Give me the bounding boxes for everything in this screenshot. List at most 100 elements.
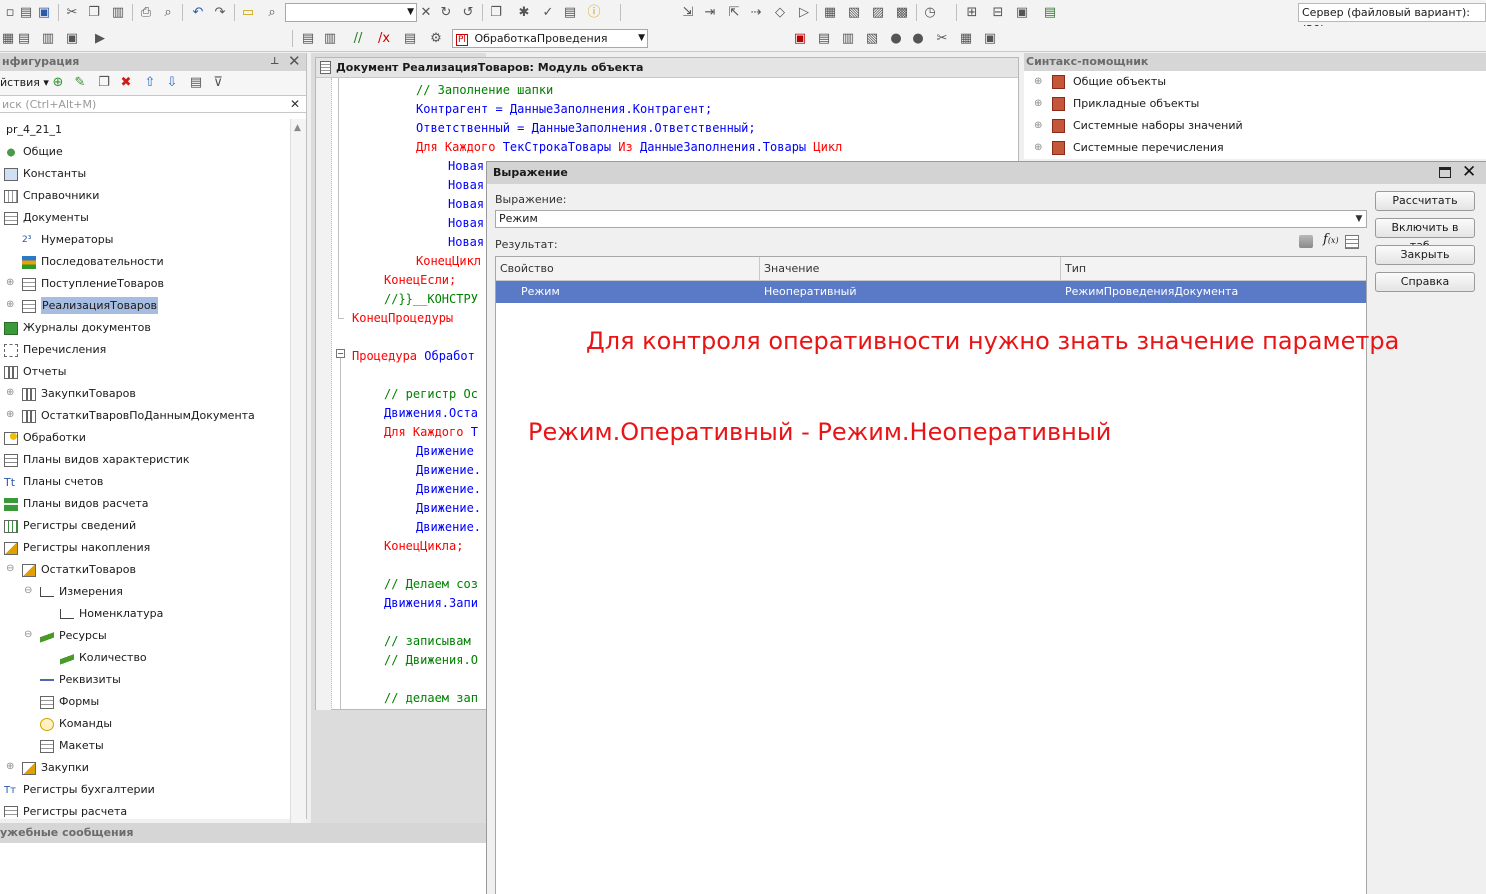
doc-2-icon[interactable]: ▥ bbox=[322, 31, 338, 47]
filter-icon[interactable]: ⊽ bbox=[210, 75, 226, 91]
tree-item-dataprocessors[interactable]: Обработки bbox=[4, 427, 86, 449]
collapse-icon[interactable]: ⊖ bbox=[24, 629, 32, 640]
delete-icon[interactable]: ✖ bbox=[118, 75, 134, 91]
help-button[interactable]: Справка bbox=[1375, 272, 1475, 292]
tree-item-resources[interactable]: Ресурсы bbox=[40, 625, 107, 647]
column-header-type[interactable]: Тип bbox=[1061, 257, 1366, 281]
tree-item-accounts[interactable]: Tt Планы счетов bbox=[4, 471, 103, 493]
print-icon[interactable]: ⎙ bbox=[138, 5, 154, 21]
clear-search-icon[interactable]: ✕ bbox=[418, 5, 434, 21]
table-icon[interactable]: ▥ bbox=[40, 31, 56, 47]
tree-item-templates[interactable]: Макеты bbox=[40, 735, 104, 757]
expression-input[interactable]: Режим ▼ bbox=[495, 210, 1367, 228]
tool-3-icon[interactable]: ▨ bbox=[870, 5, 886, 21]
tree-item-sequences[interactable]: Последовательности bbox=[22, 251, 164, 273]
tree-item-forms[interactable]: Формы bbox=[40, 691, 99, 713]
find-icon[interactable]: ▭ bbox=[240, 5, 256, 21]
paste-icon[interactable]: ▥ bbox=[110, 5, 126, 21]
new-file-icon[interactable]: ▫ bbox=[2, 5, 18, 21]
tree-item-pvh[interactable]: Планы видов характеристик bbox=[4, 449, 190, 471]
add-icon[interactable]: ⊕ bbox=[50, 75, 66, 91]
tree-scrollbar[interactable]: ▲ ▼ bbox=[290, 119, 306, 869]
procedures-icon[interactable]: ⚙ bbox=[428, 31, 444, 47]
search-combo[interactable]: ▼ bbox=[285, 3, 417, 22]
copy-result-icon[interactable] bbox=[1299, 235, 1313, 248]
function-icon[interactable]: f(x) bbox=[1323, 232, 1339, 247]
clear-search-icon[interactable]: ✕ bbox=[290, 96, 300, 113]
tool-7-icon[interactable]: ▣ bbox=[1014, 5, 1030, 21]
breakpoint-icon[interactable]: ◇ bbox=[772, 5, 788, 21]
calculate-button[interactable]: Рассчитать bbox=[1375, 191, 1475, 211]
tool-5-icon[interactable]: ⊞ bbox=[964, 5, 980, 21]
tree-item-nomenclature[interactable]: Номенклатура bbox=[60, 603, 163, 625]
run-menu-icon[interactable]: ▶ bbox=[92, 31, 108, 47]
tree-item-calculation-registers[interactable]: Регистры расчета bbox=[4, 801, 127, 817]
step-over-icon[interactable]: ⇥ bbox=[702, 5, 718, 21]
tree-item-dimensions[interactable]: Измерения bbox=[40, 581, 123, 603]
panel-icon[interactable]: ▦ bbox=[0, 31, 16, 47]
pin-icon[interactable]: ⊥ bbox=[270, 53, 279, 71]
tree-item-journals[interactable]: Журналы документов bbox=[4, 317, 151, 339]
cut-icon[interactable]: ✂ bbox=[64, 5, 80, 21]
tree-item-stock-register[interactable]: ОстаткиТоваров bbox=[22, 559, 136, 581]
bookmark-next-icon[interactable]: ▤ bbox=[816, 31, 832, 47]
redo-icon[interactable]: ↷ bbox=[212, 5, 228, 21]
maximize-icon[interactable] bbox=[1439, 167, 1451, 178]
tree-item-common[interactable]: Общие bbox=[4, 141, 63, 163]
tree-item-documents[interactable]: Документы bbox=[4, 207, 89, 229]
debug-icon[interactable]: ✱ bbox=[516, 5, 532, 21]
tree-item-constants[interactable]: Константы bbox=[4, 163, 86, 185]
tree-item-info-registers[interactable]: Регистры сведений bbox=[4, 515, 136, 537]
tool-2-icon[interactable]: ▧ bbox=[846, 5, 862, 21]
expand-icon[interactable]: ⊕ bbox=[6, 387, 14, 398]
syntax-check-icon[interactable]: ✓ bbox=[540, 5, 556, 21]
clock-icon[interactable]: ◷ bbox=[922, 5, 938, 21]
print-preview-icon[interactable]: ⌕ bbox=[160, 5, 176, 21]
bookmark-clear-icon[interactable]: ▧ bbox=[864, 31, 880, 47]
save-icon[interactable]: ▣ bbox=[36, 5, 52, 21]
tool-9-icon[interactable]: ● bbox=[888, 31, 904, 47]
close-icon[interactable]: ✕ bbox=[1462, 161, 1476, 183]
tool-6-icon[interactable]: ⊟ bbox=[990, 5, 1006, 21]
fold-icon[interactable]: − bbox=[336, 349, 345, 358]
tool-13-icon[interactable]: ▣ bbox=[982, 31, 998, 47]
run-to-cursor-icon[interactable]: ⇢ bbox=[748, 5, 764, 21]
tree-item-stock-report[interactable]: ОстаткиТваровПоДаннымДокумента bbox=[22, 405, 255, 427]
search-icon[interactable]: ⌕ bbox=[264, 5, 280, 21]
move-up-icon[interactable]: ⇧ bbox=[142, 75, 158, 91]
info-icon[interactable]: ⓘ bbox=[586, 5, 602, 21]
collapse-icon[interactable]: ⊖ bbox=[6, 563, 14, 574]
tree-root[interactable]: pr_4_21_1 bbox=[6, 119, 62, 141]
window-icon[interactable]: ❐ bbox=[488, 5, 504, 21]
tree-item-purchases-report[interactable]: ЗакупкиТоваров bbox=[22, 383, 136, 405]
layout-icon[interactable]: ▣ bbox=[64, 31, 80, 47]
expand-icon[interactable]: ⊕ bbox=[1034, 137, 1042, 159]
expand-icon[interactable]: ⊕ bbox=[6, 299, 14, 310]
comment-icon[interactable]: // bbox=[350, 31, 366, 47]
find-next-icon[interactable]: ↻ bbox=[438, 5, 454, 21]
edit-icon[interactable]: ✎ bbox=[72, 75, 88, 91]
expand-icon[interactable]: ⊕ bbox=[6, 761, 14, 772]
copy-icon[interactable]: ❐ bbox=[86, 5, 102, 21]
close-button[interactable]: Закрыть bbox=[1375, 245, 1475, 265]
collapse-icon[interactable]: ⊖ bbox=[24, 585, 32, 596]
chevron-down-icon[interactable]: ▼ bbox=[407, 4, 414, 21]
column-header-property[interactable]: Свойство bbox=[496, 257, 760, 281]
move-down-icon[interactable]: ⇩ bbox=[164, 75, 180, 91]
tool-10-icon[interactable]: ● bbox=[910, 31, 926, 47]
continue-icon[interactable]: ▷ bbox=[796, 5, 812, 21]
tree-item-attributes[interactable]: Реквизиты bbox=[40, 669, 121, 691]
bookmark-prev-icon[interactable]: ▥ bbox=[840, 31, 856, 47]
grid-icon[interactable]: ▤ bbox=[16, 31, 32, 47]
tool-11-icon[interactable]: ✂ bbox=[934, 31, 950, 47]
scroll-up-icon[interactable]: ▲ bbox=[294, 123, 301, 133]
tree-item-receipt[interactable]: ПоступлениеТоваров bbox=[22, 273, 164, 295]
module-icon[interactable]: ▤ bbox=[562, 5, 578, 21]
tree-item-catalogs[interactable]: Справочники bbox=[4, 185, 99, 207]
expand-icon[interactable]: ⊕ bbox=[6, 277, 14, 288]
actions-menu[interactable]: йствия ▾ bbox=[0, 76, 49, 89]
format-icon[interactable]: ▤ bbox=[402, 31, 418, 47]
procedure-combo[interactable]: Pl ОбработкаПроведения ▼ bbox=[452, 29, 648, 48]
close-icon[interactable]: ✕ bbox=[288, 52, 301, 70]
expand-icon[interactable]: ⊕ bbox=[1034, 115, 1042, 137]
